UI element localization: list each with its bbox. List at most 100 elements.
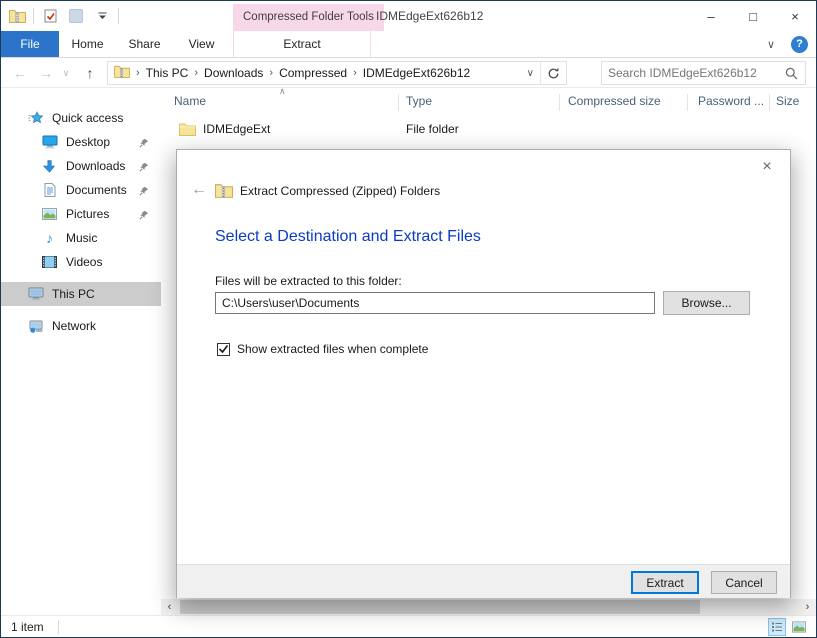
column-separator[interactable] — [398, 94, 399, 111]
sidebar-item-downloads[interactable]: Downloads — [1, 154, 161, 178]
ribbon-tab-row: File Home Share View Extract ∨ ? — [1, 31, 816, 58]
zip-folder-window-icon — [7, 5, 27, 27]
sidebar-item-label: Network — [52, 319, 96, 333]
zip-folder-icon — [215, 183, 233, 201]
breadcrumb-separator: › — [192, 67, 200, 79]
destination-path-input[interactable] — [215, 292, 655, 314]
qat-separator — [33, 8, 34, 24]
sidebar-item-music[interactable]: ♪ Music — [1, 226, 161, 250]
dialog-footer: Extract Cancel — [177, 564, 790, 598]
sidebar-item-label: Quick access — [52, 111, 123, 125]
breadcrumb-separator: › — [351, 67, 359, 79]
dialog-title: Extract Compressed (Zipped) Folders — [240, 184, 440, 198]
extract-button[interactable]: Extract — [631, 571, 699, 594]
breadcrumb-compressed[interactable]: Compressed — [279, 66, 347, 80]
sidebar-item-label: Videos — [66, 255, 102, 269]
address-bar[interactable]: › This PC › Downloads › Compressed › IDM… — [107, 61, 567, 85]
dialog-close-icon[interactable]: × — [756, 156, 778, 178]
scroll-right-icon[interactable]: › — [799, 599, 816, 615]
pin-icon — [139, 137, 149, 151]
sidebar-item-quick-access[interactable]: Quick access — [1, 106, 161, 130]
minimize-button[interactable]: – — [690, 1, 732, 31]
refresh-icon[interactable] — [540, 62, 566, 84]
dialog-back-icon: ← — [191, 181, 207, 199]
browse-button[interactable]: Browse... — [663, 291, 750, 315]
breadcrumb-downloads[interactable]: Downloads — [204, 66, 263, 80]
maximize-button[interactable]: □ — [732, 1, 774, 31]
tab-home[interactable]: Home — [59, 31, 116, 57]
sidebar-item-pictures[interactable]: Pictures — [1, 202, 161, 226]
file-row[interactable]: IDMEdgeExt File folder — [161, 118, 816, 142]
sidebar-item-label: Downloads — [66, 159, 125, 173]
explorer-window: Compressed Folder Tools IDMEdgeExt626b12… — [0, 0, 817, 638]
sidebar-item-this-pc[interactable]: This PC — [1, 282, 161, 306]
tab-file[interactable]: File — [1, 31, 59, 57]
new-folder-icon[interactable] — [66, 5, 86, 27]
this-pc-icon — [27, 287, 44, 301]
pictures-icon — [41, 208, 58, 220]
zip-folder-icon — [114, 65, 130, 81]
pin-icon — [139, 161, 149, 175]
sidebar-item-label: Documents — [66, 183, 127, 197]
column-header-password[interactable]: Password ... — [698, 94, 764, 108]
status-separator — [58, 620, 59, 634]
navigation-pane: Quick access Desktop Downloads — [1, 88, 161, 615]
pin-icon — [139, 209, 149, 223]
column-separator[interactable] — [559, 94, 560, 111]
qat-customize-icon[interactable] — [92, 5, 112, 27]
close-button[interactable]: × — [774, 1, 816, 31]
scrollbar-track[interactable] — [178, 599, 799, 615]
desktop-icon — [41, 135, 58, 149]
scroll-left-icon[interactable]: ‹ — [161, 599, 178, 615]
sidebar-item-label: Music — [66, 231, 97, 245]
title-bar: Compressed Folder Tools IDMEdgeExt626b12… — [1, 1, 816, 31]
column-header-compressed-size[interactable]: Compressed size — [568, 94, 661, 108]
column-header-type[interactable]: Type — [406, 94, 432, 108]
sidebar-item-label: This PC — [52, 287, 95, 301]
show-files-checkbox[interactable] — [217, 343, 230, 356]
details-view-toggle[interactable] — [768, 618, 786, 636]
breadcrumb-current-folder[interactable]: IDMEdgeExt626b12 — [363, 66, 470, 80]
forward-button[interactable]: → — [35, 58, 57, 88]
window-controls: – □ × — [690, 1, 816, 31]
qat-separator — [118, 8, 119, 24]
properties-check-icon[interactable] — [40, 5, 60, 27]
column-header-size[interactable]: Size — [776, 94, 799, 108]
contextual-tab-header[interactable]: Compressed Folder Tools — [233, 4, 384, 31]
breadcrumb-this-pc[interactable]: This PC — [146, 66, 189, 80]
column-separator[interactable] — [687, 94, 688, 111]
collapse-ribbon-icon[interactable]: ∨ — [767, 38, 775, 51]
scrollbar-thumb[interactable] — [180, 600, 700, 614]
network-icon — [27, 320, 44, 333]
sidebar-item-desktop[interactable]: Desktop — [1, 130, 161, 154]
search-icon[interactable] — [783, 67, 805, 80]
tab-view[interactable]: View — [173, 31, 230, 57]
music-note-icon: ♪ — [41, 230, 58, 246]
column-header-name[interactable]: Name — [174, 94, 206, 108]
address-dropdown-icon[interactable]: ∨ — [521, 68, 540, 79]
column-separator[interactable] — [769, 94, 770, 111]
large-icons-view-toggle[interactable] — [790, 618, 808, 636]
path-label: Files will be extracted to this folder: — [215, 274, 402, 288]
checkbox-label[interactable]: Show extracted files when complete — [237, 342, 428, 356]
sidebar-item-videos[interactable]: Videos — [1, 250, 161, 274]
back-button[interactable]: ← — [9, 58, 31, 88]
tab-extract[interactable]: Extract — [233, 31, 371, 57]
breadcrumb-separator: › — [267, 67, 275, 79]
videos-icon — [41, 256, 58, 268]
quick-access-star-icon — [27, 111, 44, 125]
file-name: IDMEdgeExt — [203, 122, 270, 136]
navigation-toolbar: ← → ∨ ↑ › This PC › Downloads › Compress… — [1, 58, 816, 88]
horizontal-scrollbar[interactable]: ‹ › — [161, 599, 816, 615]
recent-locations-icon[interactable]: ∨ — [59, 58, 73, 88]
help-icon[interactable]: ? — [791, 36, 808, 53]
status-bar: 1 item — [1, 615, 816, 637]
sidebar-item-documents[interactable]: Documents — [1, 178, 161, 202]
search-input[interactable] — [602, 66, 783, 80]
up-button[interactable]: ↑ — [79, 58, 101, 88]
sidebar-item-network[interactable]: Network — [1, 314, 161, 338]
item-count: 1 item — [11, 620, 44, 634]
cancel-button[interactable]: Cancel — [711, 571, 777, 594]
tab-share[interactable]: Share — [116, 31, 173, 57]
downloads-arrow-icon — [41, 160, 58, 173]
